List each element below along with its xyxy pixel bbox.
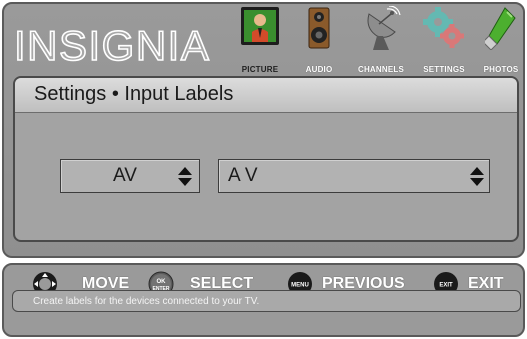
exit-button-text: EXIT [439,283,453,289]
tab-label: CHANNELS [357,65,405,74]
tab-label: PICTURE [241,65,279,74]
help-text: Create labels for the devices connected … [33,296,260,307]
settings-content-area: Settings • Input Labels AV A V [13,76,519,242]
menu-tab-bar: PICTURE AUDIO CHANNELS SETTINGS PHOTOS [4,4,523,74]
tab-audio[interactable]: AUDIO [294,6,344,76]
page-title: Settings • Input Labels [34,83,234,105]
speaker-icon [308,7,330,49]
tab-channels[interactable]: CHANNELS [348,6,414,76]
menu-button-text: MENU [291,283,309,289]
up-down-arrows-icon[interactable] [178,167,192,186]
input-label-value: A V [228,165,258,186]
tab-picture[interactable]: PICTURE [230,6,290,76]
usb-stick-icon [485,7,516,50]
up-down-arrows-icon[interactable] [470,167,484,186]
tab-label: AUDIO [305,65,333,74]
help-text-bar: Create labels for the devices connected … [12,290,521,312]
tab-label: SETTINGS [423,65,465,74]
tab-settings[interactable]: SETTINGS [414,6,474,76]
input-source-selector[interactable]: AV [60,159,200,193]
picture-icon [241,7,279,45]
input-source-value: AV [113,165,137,186]
tv-menu-panel: INSIGNIA PICTURE AUDIO CHANNELS SETTINGS… [2,2,525,258]
input-label-selector[interactable]: A V [218,159,490,193]
title-bar: Settings • Input Labels [15,78,517,113]
ok-button-text: OK [157,279,167,285]
tab-label: PHOTOS [483,65,519,74]
satellite-dish-icon [367,6,401,50]
gears-icon [423,7,464,48]
tab-photos[interactable]: PHOTOS [476,6,526,76]
